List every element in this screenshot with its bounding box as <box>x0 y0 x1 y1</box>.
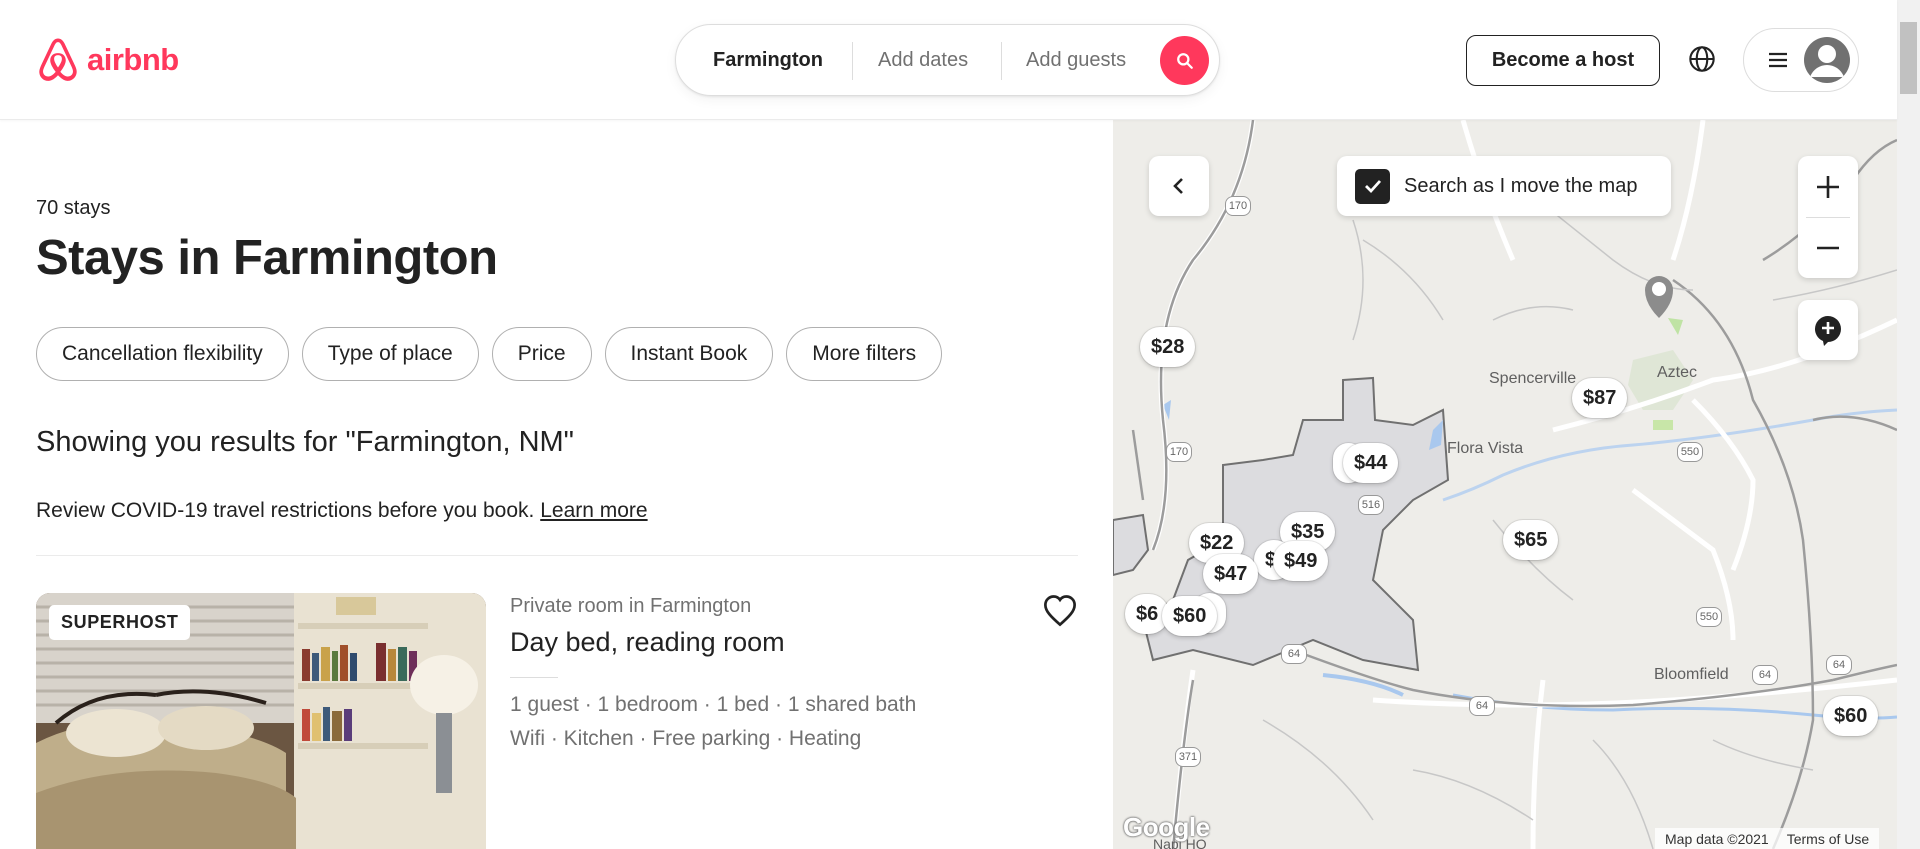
covid-notice: Review COVID-19 travel restrictions befo… <box>36 499 648 523</box>
checkmark-icon <box>1364 180 1381 194</box>
road-shield: 64 <box>1281 644 1307 664</box>
terms-link[interactable]: Terms of Use <box>1787 831 1869 847</box>
user-menu-button[interactable] <box>1743 28 1859 92</box>
filter-instant-book[interactable]: Instant Book <box>604 327 774 381</box>
place-label: Aztec <box>1657 364 1698 381</box>
filter-cancellation-flexibility[interactable]: Cancellation flexibility <box>36 327 289 381</box>
listing-title[interactable]: Day bed, reading room <box>510 627 785 658</box>
price-pin[interactable]: $60 <box>1823 696 1879 736</box>
page-title: Stays in Farmington <box>36 231 498 285</box>
divider <box>36 555 1078 556</box>
search-bar[interactable]: Farmington Add dates Add guests <box>675 24 1220 96</box>
menu-icon <box>1769 52 1787 68</box>
road-shield: 170 <box>1166 442 1192 462</box>
listing-amenities: Wifi · Kitchen · Free parking · Heating <box>510 727 862 750</box>
minus-icon <box>1817 246 1839 249</box>
become-host-button[interactable]: Become a host <box>1466 35 1660 86</box>
place-label: Bloomfield <box>1654 666 1729 683</box>
user-icon <box>1810 45 1844 77</box>
search-guests[interactable]: Add guests <box>1026 49 1126 72</box>
zoom-divider <box>1806 217 1850 218</box>
road-shield: 64 <box>1826 655 1852 675</box>
learn-more-link[interactable]: Learn more <box>540 499 647 522</box>
zoom-out-button[interactable] <box>1798 217 1858 278</box>
filter-price[interactable]: Price <box>491 327 592 381</box>
map[interactable]: 170 170 516 550 550 64 64 64 64 371 Spen… <box>1113 120 1897 849</box>
scrollbar-thumb[interactable] <box>1900 22 1917 94</box>
chevron-left-icon <box>1173 178 1183 194</box>
map-footer: Map data ©2021 Terms of Use <box>1655 828 1880 849</box>
place-label: Flora Vista <box>1447 440 1524 457</box>
search-dates[interactable]: Add dates <box>878 49 968 72</box>
map-data-credit: Map data ©2021 <box>1665 830 1769 847</box>
covid-text: Review COVID-19 travel restrictions befo… <box>36 499 535 522</box>
airbnb-logo-icon <box>39 38 77 81</box>
superhost-badge: SUPERHOST <box>49 605 191 640</box>
road-shield: 550 <box>1677 442 1703 462</box>
add-pin-icon <box>1815 316 1841 346</box>
header: airbnb Farmington Add dates Add guests B… <box>0 0 1897 120</box>
price-pin[interactable]: $60 <box>1162 596 1218 636</box>
search-as-move-label: Search as I move the map <box>1404 174 1638 197</box>
collapse-map-button[interactable] <box>1149 156 1209 216</box>
page-scrollbar[interactable] <box>1897 0 1920 849</box>
road-shield: 371 <box>1175 747 1201 767</box>
road-shield: 64 <box>1469 696 1495 716</box>
search-divider <box>852 42 853 80</box>
filter-more-filters[interactable]: More filters <box>786 327 943 381</box>
place-label: Spencerville <box>1489 370 1577 387</box>
price-pin[interactable]: $87 <box>1572 378 1628 418</box>
listing-card[interactable]: SUPERHOST Private room in Farmington Day… <box>36 593 1078 849</box>
showing-results-text: Showing you results for "Farmington, NM" <box>36 426 574 458</box>
road-shield: 64 <box>1752 665 1778 685</box>
zoom-in-button[interactable] <box>1798 156 1858 217</box>
listing-photo[interactable]: SUPERHOST <box>36 593 486 849</box>
price-pin[interactable]: $65 <box>1503 520 1559 560</box>
filter-bar: Cancellation flexibility Type of place P… <box>36 327 943 381</box>
airbnb-wordmark: airbnb <box>87 42 179 77</box>
price-pin[interactable]: $49 <box>1273 541 1329 581</box>
search-location[interactable]: Farmington <box>713 49 823 72</box>
listing-separator <box>510 677 558 678</box>
plus-icon <box>1817 175 1839 198</box>
zoom-controls <box>1798 156 1858 278</box>
road-shield: 170 <box>1225 196 1251 216</box>
map-base <box>1113 120 1897 849</box>
road-shield: 550 <box>1696 607 1722 627</box>
search-divider <box>1001 42 1002 80</box>
search-as-move-toggle[interactable]: Search as I move the map <box>1337 156 1671 216</box>
price-pin[interactable]: $44 <box>1343 443 1399 483</box>
price-pin[interactable]: $28 <box>1140 327 1196 367</box>
add-place-button[interactable] <box>1798 300 1858 360</box>
save-heart-icon[interactable] <box>1042 593 1078 627</box>
road-shield: 516 <box>1358 495 1384 515</box>
listing-details: 1 guest · 1 bedroom · 1 bed · 1 shared b… <box>510 693 917 716</box>
avatar <box>1804 37 1850 83</box>
search-button[interactable] <box>1160 36 1209 85</box>
stays-count: 70 stays <box>36 197 111 219</box>
airbnb-logo[interactable]: airbnb <box>35 36 179 84</box>
price-pin[interactable]: $47 <box>1203 554 1259 594</box>
checkbox[interactable] <box>1355 168 1390 204</box>
filter-type-of-place[interactable]: Type of place <box>301 327 479 381</box>
globe-icon[interactable] <box>1688 45 1716 73</box>
google-logo: Google <box>1123 812 1210 842</box>
listing-type: Private room in Farmington <box>510 595 752 617</box>
search-icon <box>1176 52 1193 69</box>
